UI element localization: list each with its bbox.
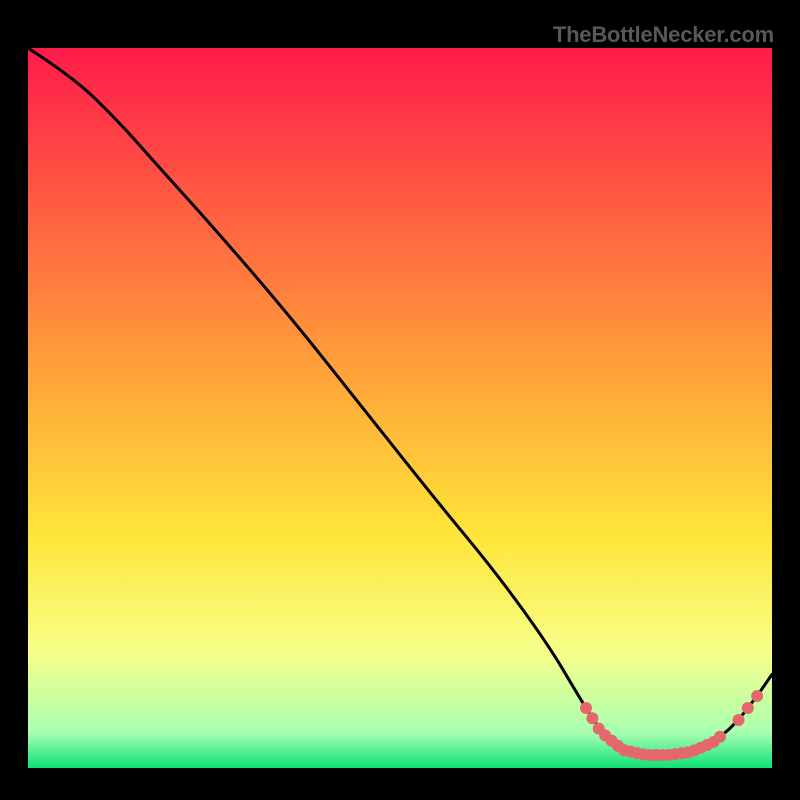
data-point-marker xyxy=(586,712,598,724)
bottleneck-curve-chart xyxy=(20,20,780,780)
chart-frame: TheBottleNecker.com xyxy=(20,20,780,780)
data-point-marker xyxy=(733,714,745,726)
data-point-marker xyxy=(742,702,754,714)
data-point-marker xyxy=(580,702,592,714)
data-point-marker xyxy=(714,731,726,743)
data-point-marker xyxy=(751,690,763,702)
attribution-label: TheBottleNecker.com xyxy=(553,22,774,48)
chart-background xyxy=(28,48,772,768)
